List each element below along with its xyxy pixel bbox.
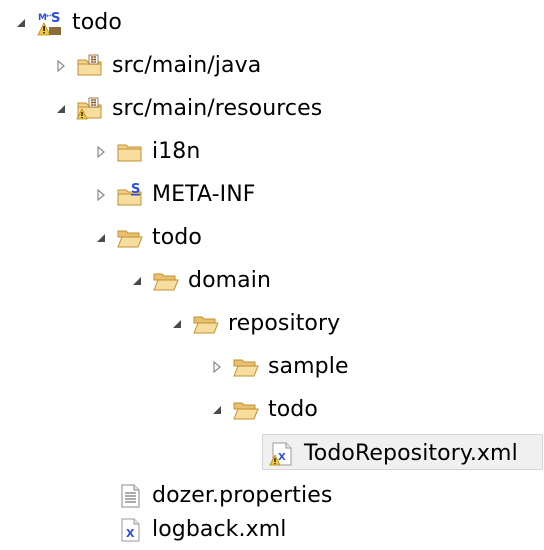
tree-item-label: todo bbox=[268, 397, 318, 422]
tree-item-label: META-INF bbox=[152, 182, 256, 207]
tree-item-label: sample bbox=[268, 354, 349, 379]
tree-item-label: repository bbox=[228, 311, 341, 336]
tree-item-todo-project[interactable]: M ↩ S todo bbox=[14, 3, 122, 43]
expanded-toggle-icon[interactable] bbox=[54, 102, 68, 116]
collapsed-toggle-icon[interactable] bbox=[54, 59, 68, 73]
tree-item-i18n[interactable]: i18n bbox=[94, 132, 200, 172]
tree-item-src-main-resources[interactable]: src/main/resources bbox=[54, 89, 322, 129]
source-folder-icon bbox=[76, 52, 104, 80]
tree-item-label: src/main/resources bbox=[112, 96, 323, 121]
svg-text:S: S bbox=[51, 11, 60, 26]
source-folder-icon bbox=[76, 95, 104, 123]
svg-text:X: X bbox=[278, 452, 286, 463]
tree-item-domain[interactable]: domain bbox=[130, 261, 271, 301]
tree-item-repository[interactable]: repository bbox=[170, 304, 340, 344]
collapsed-toggle-icon[interactable] bbox=[94, 188, 108, 202]
properties-file-icon bbox=[116, 482, 144, 510]
tree-item-label: logback.xml bbox=[152, 517, 287, 542]
tree-item-label: dozer.properties bbox=[152, 483, 333, 508]
open-folder-icon bbox=[116, 224, 144, 252]
expanded-toggle-icon[interactable] bbox=[210, 403, 224, 417]
tree-item-meta-inf[interactable]: S META-INF bbox=[94, 175, 256, 215]
xml-file-icon: X bbox=[268, 440, 296, 468]
tree-item-label: src/main/java bbox=[112, 53, 262, 78]
tree-item-label: domain bbox=[188, 268, 271, 293]
spring-folder-icon: S bbox=[116, 181, 144, 209]
tree-item-label: i18n bbox=[152, 139, 201, 164]
collapsed-toggle-icon[interactable] bbox=[210, 360, 224, 374]
tree-item-src-main-java[interactable]: src/main/java bbox=[54, 46, 261, 86]
svg-text:X: X bbox=[126, 527, 135, 540]
open-folder-icon bbox=[152, 267, 180, 295]
tree-item-label: todo bbox=[152, 225, 202, 250]
open-folder-icon bbox=[232, 353, 260, 381]
expanded-toggle-icon[interactable] bbox=[14, 16, 28, 30]
xml-file-icon: X bbox=[116, 516, 144, 544]
expanded-toggle-icon[interactable] bbox=[170, 317, 184, 331]
open-folder-icon bbox=[232, 396, 260, 424]
tree-item-sample[interactable]: sample bbox=[210, 347, 349, 387]
tree-item-label: todo bbox=[72, 10, 122, 35]
folder-icon bbox=[116, 138, 144, 166]
maven-project-icon: M ↩ S bbox=[36, 9, 64, 37]
collapsed-toggle-icon[interactable] bbox=[94, 145, 108, 159]
tree-item-todo-inner-folder[interactable]: todo bbox=[210, 390, 318, 430]
tree-item-todo-folder[interactable]: todo bbox=[94, 218, 202, 258]
expanded-toggle-icon[interactable] bbox=[94, 231, 108, 245]
expanded-toggle-icon[interactable] bbox=[130, 274, 144, 288]
open-folder-icon bbox=[192, 310, 220, 338]
tree-item-logback-xml[interactable]: X logback.xml bbox=[116, 510, 286, 550]
tree-item-label: TodoRepository.xml bbox=[304, 441, 518, 466]
project-explorer-tree: M ↩ S todo src/main/java src/main/resour… bbox=[0, 0, 544, 545]
tree-item-todorepository-xml[interactable]: X TodoRepository.xml bbox=[0, 433, 544, 473]
